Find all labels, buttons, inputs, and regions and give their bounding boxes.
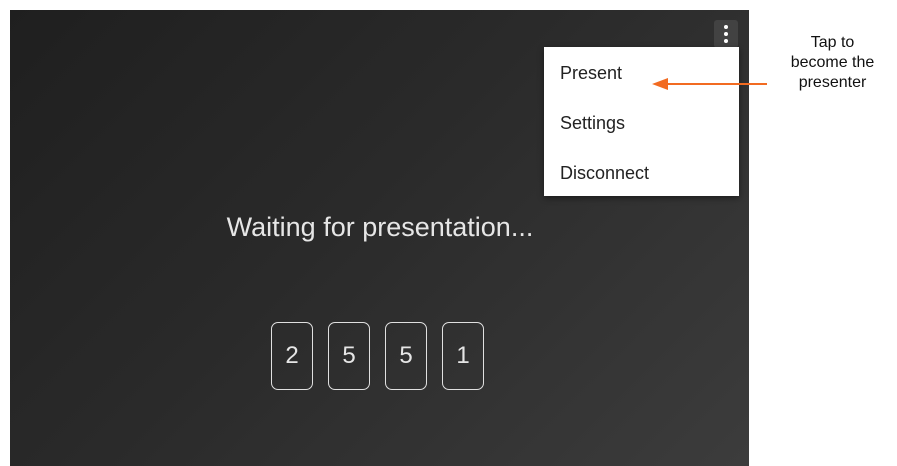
menu-item-settings[interactable]: Settings xyxy=(544,98,739,148)
callout-text: Tap to become the presenter xyxy=(770,33,895,93)
overflow-dot xyxy=(724,25,728,29)
menu-item-present[interactable]: Present xyxy=(544,48,739,98)
overflow-dot xyxy=(724,39,728,43)
callout-line: presenter xyxy=(798,74,867,91)
code-digit: 5 xyxy=(385,322,427,390)
callout-line: Tap to xyxy=(810,34,855,51)
callout-line: become the xyxy=(790,54,875,71)
more-vert-icon[interactable] xyxy=(714,20,738,48)
session-code: 2 5 5 1 xyxy=(271,322,484,390)
menu-item-disconnect[interactable]: Disconnect xyxy=(544,148,739,198)
waiting-status-text: Waiting for presentation... xyxy=(226,212,534,242)
overflow-dot xyxy=(724,32,728,36)
page: Waiting for presentation... 2 5 5 1 Pres… xyxy=(0,0,897,466)
code-digit: 5 xyxy=(328,322,370,390)
code-digit: 1 xyxy=(442,322,484,390)
code-digit: 2 xyxy=(271,322,313,390)
overflow-menu: Present Settings Disconnect xyxy=(544,47,739,196)
